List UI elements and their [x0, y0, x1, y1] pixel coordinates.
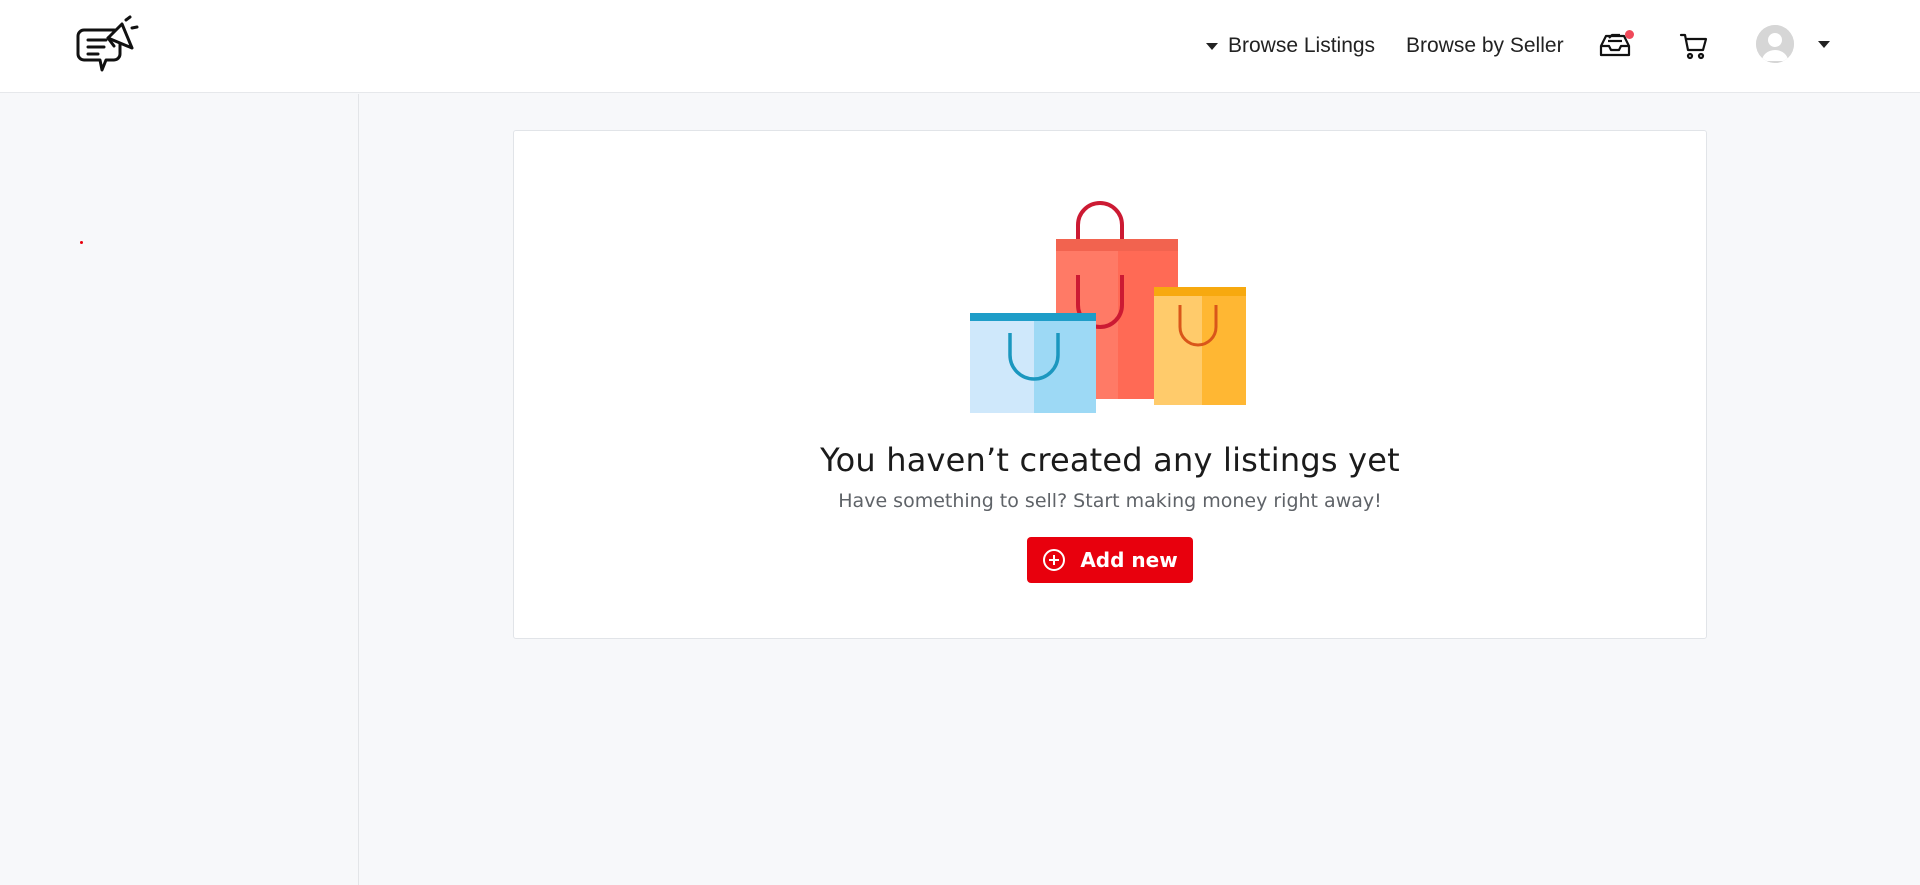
browse-listings-dropdown[interactable]: Browse Listings	[1206, 30, 1375, 62]
plus-circle-icon	[1043, 549, 1066, 571]
empty-listings-card: You haven’t created any listings yet Hav…	[513, 130, 1707, 639]
shopping-bags-illustration-icon	[970, 185, 1260, 415]
notification-dot	[1625, 30, 1634, 39]
red-dot-marker	[80, 241, 83, 244]
user-menu-dropdown[interactable]	[1756, 24, 1830, 64]
empty-state-subtitle: Have something to sell? Start making mon…	[838, 490, 1382, 512]
caret-down-icon	[1206, 42, 1218, 50]
top-header: Browse Listings Browse by Seller	[0, 0, 1920, 93]
browse-by-seller-label: Browse by Seller	[1406, 34, 1564, 57]
add-new-button[interactable]: Add new	[1027, 537, 1193, 583]
cart-button[interactable]	[1678, 30, 1710, 62]
avatar	[1756, 25, 1794, 63]
empty-state-title: You haven’t created any listings yet	[820, 441, 1400, 479]
add-new-label: Add new	[1080, 548, 1178, 572]
chat-megaphone-logo-icon[interactable]	[76, 14, 140, 78]
cart-icon	[1679, 33, 1708, 60]
browse-by-seller-link[interactable]: Browse by Seller	[1406, 30, 1564, 62]
caret-down-icon	[1818, 40, 1830, 48]
left-sidebar	[0, 94, 359, 885]
browse-listings-label: Browse Listings	[1228, 34, 1376, 57]
inbox-button[interactable]	[1598, 28, 1634, 64]
